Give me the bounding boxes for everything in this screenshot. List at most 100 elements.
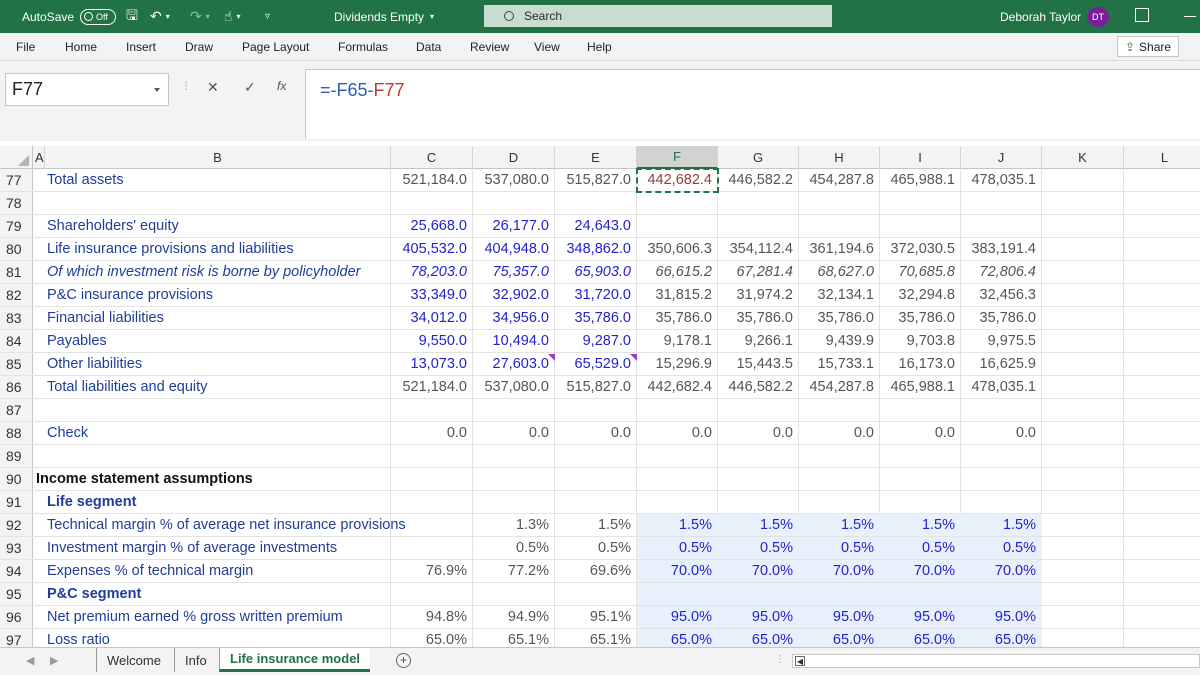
- cell-j82[interactable]: 32,456.3: [961, 287, 1036, 303]
- row-label[interactable]: Total assets: [47, 172, 124, 188]
- cell-d82[interactable]: 32,902.0: [473, 287, 549, 303]
- cell-j86[interactable]: 478,035.1: [961, 379, 1036, 395]
- next-sheet-icon[interactable]: ▶: [50, 654, 58, 667]
- cell-f88[interactable]: 0.0: [637, 425, 712, 441]
- tab-review[interactable]: Review: [470, 40, 509, 54]
- row-label[interactable]: Investment margin % of average investmen…: [47, 540, 337, 556]
- column-header-k[interactable]: K: [1042, 146, 1124, 169]
- touch-mode-button[interactable]: ☝ ▾: [224, 0, 241, 33]
- undo-button[interactable]: ↶ ▾: [150, 0, 170, 33]
- row-label[interactable]: Loss ratio: [47, 632, 110, 648]
- sheet-tab-welcome[interactable]: Welcome: [96, 648, 171, 672]
- cell-d83[interactable]: 34,956.0: [473, 310, 549, 326]
- column-header-c[interactable]: C: [391, 146, 473, 169]
- cell-g96[interactable]: 95.0%: [718, 609, 793, 625]
- formula-input[interactable]: =-F65-F77: [305, 69, 1200, 139]
- cell-i85[interactable]: 16,173.0: [880, 356, 955, 372]
- cell-h93[interactable]: 0.5%: [799, 540, 874, 556]
- cell-g82[interactable]: 31,974.2: [718, 287, 793, 303]
- row-header[interactable]: 77: [0, 169, 33, 191]
- cell-j85[interactable]: 16,625.9: [961, 356, 1036, 372]
- cell-f97[interactable]: 65.0%: [637, 632, 712, 648]
- column-header-d[interactable]: D: [473, 146, 555, 169]
- column-header-e[interactable]: E: [555, 146, 637, 169]
- cell-c96[interactable]: 94.8%: [391, 609, 467, 625]
- cell-e80[interactable]: 348,862.0: [555, 241, 631, 257]
- cell-j93[interactable]: 0.5%: [961, 540, 1036, 556]
- cell-c88[interactable]: 0.0: [391, 425, 467, 441]
- search-box[interactable]: Search: [484, 5, 832, 27]
- add-sheet-button[interactable]: +: [396, 653, 411, 668]
- row-header[interactable]: 83: [0, 307, 33, 329]
- row-header[interactable]: 78: [0, 192, 33, 214]
- column-header-i[interactable]: I: [880, 146, 961, 169]
- cell-e92[interactable]: 1.5%: [555, 517, 631, 533]
- cell-g77[interactable]: 446,582.2: [718, 172, 793, 188]
- cell-i94[interactable]: 70.0%: [880, 563, 955, 579]
- cell-f93[interactable]: 0.5%: [637, 540, 712, 556]
- row-header[interactable]: 97: [0, 629, 33, 648]
- ribbon-display-options-icon[interactable]: [1135, 8, 1149, 22]
- cell-g83[interactable]: 35,786.0: [718, 310, 793, 326]
- cell-d85[interactable]: 27,603.0: [473, 356, 549, 372]
- cell-f96[interactable]: 95.0%: [637, 609, 712, 625]
- tab-page-layout[interactable]: Page Layout: [242, 40, 309, 54]
- row-header[interactable]: 81: [0, 261, 33, 283]
- more-options-icon[interactable]: ⋮: [181, 81, 191, 92]
- chevron-down-icon[interactable]: [154, 88, 160, 92]
- row-label[interactable]: Payables: [47, 333, 107, 349]
- cell-i96[interactable]: 95.0%: [880, 609, 955, 625]
- column-header-a[interactable]: A: [33, 146, 45, 169]
- cancel-button[interactable]: ✕: [207, 79, 219, 96]
- cell-g84[interactable]: 9,266.1: [718, 333, 793, 349]
- cell-e81[interactable]: 65,903.0: [555, 264, 631, 280]
- row-label[interactable]: Of which investment risk is borne by pol…: [47, 264, 361, 280]
- cell-d94[interactable]: 77.2%: [473, 563, 549, 579]
- row-header[interactable]: 93: [0, 537, 33, 559]
- cell-f94[interactable]: 70.0%: [637, 563, 712, 579]
- row-header[interactable]: 96: [0, 606, 33, 628]
- cell-c85[interactable]: 13,073.0: [391, 356, 467, 372]
- cell-j80[interactable]: 383,191.4: [961, 241, 1036, 257]
- row-header[interactable]: 95: [0, 583, 33, 605]
- column-header-h[interactable]: H: [799, 146, 880, 169]
- cell-e82[interactable]: 31,720.0: [555, 287, 631, 303]
- cell-d92[interactable]: 1.3%: [473, 517, 549, 533]
- cell-f83[interactable]: 35,786.0: [637, 310, 712, 326]
- cell-d88[interactable]: 0.0: [473, 425, 549, 441]
- cell-d84[interactable]: 10,494.0: [473, 333, 549, 349]
- cell-f82[interactable]: 31,815.2: [637, 287, 712, 303]
- cell-g80[interactable]: 354,112.4: [718, 241, 793, 257]
- cell-e83[interactable]: 35,786.0: [555, 310, 631, 326]
- cell-c79[interactable]: 25,668.0: [391, 218, 467, 234]
- cell-j77[interactable]: 478,035.1: [961, 172, 1036, 188]
- row-label[interactable]: P&C insurance provisions: [47, 287, 213, 303]
- cell-j88[interactable]: 0.0: [961, 425, 1036, 441]
- cell-e85[interactable]: 65,529.0: [555, 356, 631, 372]
- tab-draw[interactable]: Draw: [185, 40, 213, 54]
- cell-d96[interactable]: 94.9%: [473, 609, 549, 625]
- cell-e84[interactable]: 9,287.0: [555, 333, 631, 349]
- cell-c97[interactable]: 65.0%: [391, 632, 467, 648]
- cell-h84[interactable]: 9,439.9: [799, 333, 874, 349]
- tab-data[interactable]: Data: [416, 40, 441, 54]
- cell-d79[interactable]: 26,177.0: [473, 218, 549, 234]
- cell-j83[interactable]: 35,786.0: [961, 310, 1036, 326]
- avatar[interactable]: DT: [1087, 7, 1109, 27]
- cell-f85[interactable]: 15,296.9: [637, 356, 712, 372]
- cell-e96[interactable]: 95.1%: [555, 609, 631, 625]
- cell-e88[interactable]: 0.0: [555, 425, 631, 441]
- row-header[interactable]: 84: [0, 330, 33, 352]
- row-label[interactable]: Total liabilities and equity: [47, 379, 207, 395]
- row-label[interactable]: Check: [47, 425, 88, 441]
- cell-j92[interactable]: 1.5%: [961, 517, 1036, 533]
- row-header[interactable]: 82: [0, 284, 33, 306]
- row-label[interactable]: P&C segment: [47, 586, 141, 602]
- cell-h83[interactable]: 35,786.0: [799, 310, 874, 326]
- cell-c83[interactable]: 34,012.0: [391, 310, 467, 326]
- cell-h96[interactable]: 95.0%: [799, 609, 874, 625]
- cell-h82[interactable]: 32,134.1: [799, 287, 874, 303]
- row-header[interactable]: 80: [0, 238, 33, 260]
- cell-d80[interactable]: 404,948.0: [473, 241, 549, 257]
- cell-c81[interactable]: 78,203.0: [391, 264, 467, 280]
